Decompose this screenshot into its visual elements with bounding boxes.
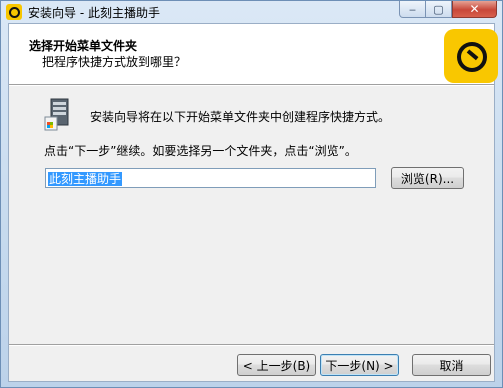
cancel-button[interactable]: 取消 — [412, 354, 491, 376]
maximize-button[interactable]: ▢ — [426, 1, 452, 18]
page-title: 选择开始菜单文件夹 — [29, 39, 138, 53]
wizard-client-area: 选择开始菜单文件夹 把程序快捷方式放到哪里？ 安装向导将在以下开始菜单文件夹中创… — [8, 23, 498, 382]
footer-divider — [9, 344, 494, 346]
app-icon — [6, 4, 22, 20]
start-menu-folder-field[interactable]: 此刻主播助手 — [45, 168, 376, 188]
minimize-icon: ‒ — [409, 2, 416, 16]
page-subtitle: 把程序快捷方式放到哪里？ — [42, 55, 187, 69]
maximize-icon: ▢ — [433, 2, 444, 16]
minimize-button[interactable]: ‒ — [399, 1, 426, 18]
close-button[interactable]: ✕ — [452, 1, 497, 18]
description-text: 安装向导将在以下开始菜单文件夹中创建程序快捷方式。 — [90, 110, 391, 124]
next-button[interactable]: 下一步(N) > — [320, 354, 399, 376]
title-bar[interactable]: 安装向导 - 此刻主播助手 ‒ ▢ ✕ — [1, 1, 502, 22]
back-button[interactable]: < 上一步(B) — [237, 354, 316, 376]
folder-field-value: 此刻主播助手 — [48, 172, 123, 186]
clock-logo-icon — [444, 29, 498, 83]
browse-button[interactable]: 浏览(R)... — [391, 167, 464, 189]
header-divider — [9, 84, 494, 86]
start-menu-folder-icon — [44, 98, 69, 131]
wizard-header: 选择开始菜单文件夹 把程序快捷方式放到哪里？ — [9, 24, 498, 84]
window-title: 安装向导 - 此刻主播助手 — [28, 6, 160, 20]
installer-window: 安装向导 - 此刻主播助手 ‒ ▢ ✕ 选择开始菜单文件夹 把程序快捷方式放到哪… — [0, 0, 503, 388]
close-icon: ✕ — [469, 2, 480, 16]
instruction-text: 点击“下一步”继续。如要选择另一个文件夹，点击“浏览”。 — [44, 144, 357, 158]
